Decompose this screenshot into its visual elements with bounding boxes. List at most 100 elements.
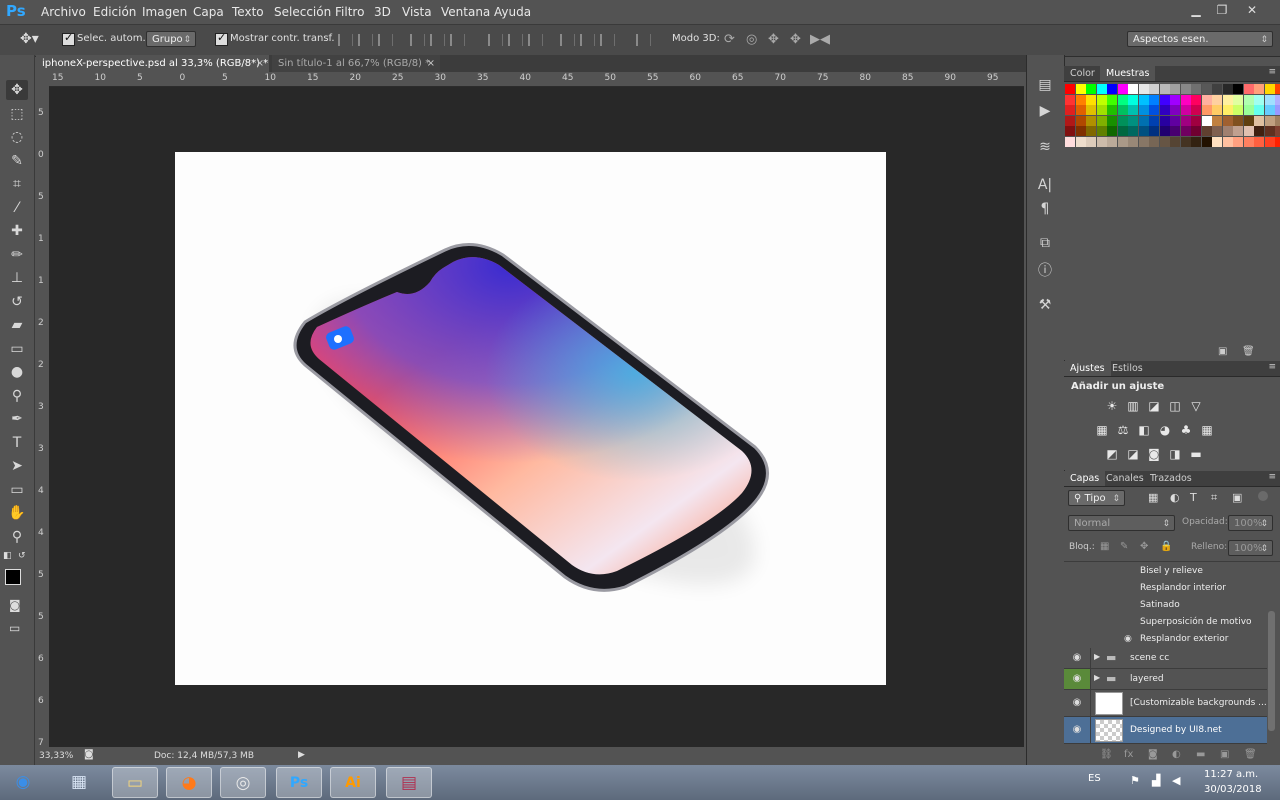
color-swatch[interactable]: [1075, 84, 1086, 94]
layer-row[interactable]: ◉ [Customizable backgrounds ...: [1064, 690, 1267, 717]
brush-tool-icon[interactable]: ✏: [6, 245, 28, 265]
color-swatch[interactable]: [1138, 115, 1149, 126]
color-swatch[interactable]: [1149, 105, 1159, 115]
color-swatch[interactable]: [1254, 126, 1264, 136]
color-swatch[interactable]: [1201, 94, 1212, 105]
color-swatch[interactable]: [1096, 84, 1107, 94]
expand-arrow-icon[interactable]: ▶: [1094, 652, 1100, 661]
hand-tool-icon[interactable]: ✋: [6, 503, 28, 523]
color-swatch[interactable]: [1201, 84, 1212, 94]
color-swatch[interactable]: [1254, 105, 1264, 115]
marquee-tool-icon[interactable]: ⬚: [6, 104, 28, 124]
color-swatch[interactable]: [1107, 105, 1117, 115]
color-swatch[interactable]: [1264, 84, 1275, 94]
color-swatch[interactable]: [1275, 136, 1280, 147]
color-swatch[interactable]: [1128, 115, 1138, 126]
menu-ventana[interactable]: Ventana: [441, 5, 490, 19]
color-swatch[interactable]: [1222, 115, 1233, 126]
eye-icon[interactable]: ◉: [1070, 652, 1084, 663]
color-swatch[interactable]: [1243, 84, 1254, 94]
color-swatch[interactable]: [1159, 126, 1170, 136]
eye-icon[interactable]: ◉: [1070, 724, 1084, 735]
start-button[interactable]: ◉: [0, 767, 46, 798]
color-swatch[interactable]: [1096, 136, 1107, 147]
menu-texto[interactable]: Texto: [232, 5, 264, 19]
color-swatch[interactable]: [1159, 105, 1170, 115]
color-swatch[interactable]: [1128, 136, 1138, 147]
filter-toggle[interactable]: [1258, 491, 1268, 501]
menu-imagen[interactable]: Imagen: [142, 5, 187, 19]
color-swatch[interactable]: [1149, 84, 1159, 94]
tab-ajustes[interactable]: Ajustes: [1064, 361, 1111, 376]
effect-resplandor-exterior[interactable]: Resplandor exterior: [1140, 634, 1228, 644]
color-swatch[interactable]: [1149, 94, 1159, 105]
ruler-origin[interactable]: [36, 72, 49, 86]
color-swatch[interactable]: [1107, 94, 1117, 105]
zoom-tool-icon[interactable]: ⚲: [6, 527, 28, 547]
volume-icon[interactable]: ◀: [1172, 774, 1180, 787]
rotate-3d-icon[interactable]: ⟳: [724, 32, 735, 47]
color-swatch[interactable]: [1075, 105, 1086, 115]
color-swatch[interactable]: [1065, 115, 1075, 126]
color-swatch[interactable]: [1086, 115, 1096, 126]
color-swatch[interactable]: [1128, 105, 1138, 115]
tab-iphonex[interactable]: iphoneX-perspective.psd al 33,3% (RGB/8*…: [36, 55, 269, 72]
photoshop-app[interactable]: Ps: [276, 767, 322, 798]
roll-3d-icon[interactable]: ◎: [746, 32, 757, 47]
foreground-color-swatch[interactable]: [5, 569, 21, 585]
distribute-hcenter-icon[interactable]: [580, 34, 595, 46]
align-left-icon[interactable]: [410, 34, 425, 46]
delete-swatch-icon[interactable]: 🗑: [1242, 346, 1255, 357]
adjustment-icon[interactable]: ▦: [1199, 423, 1215, 437]
new-group-icon[interactable]: ▬: [1196, 749, 1205, 760]
eyedropper-tool-icon[interactable]: ⁄: [6, 198, 28, 218]
effect-visibility-icon[interactable]: ◉: [1124, 634, 1132, 644]
color-swatch[interactable]: [1170, 115, 1180, 126]
tab-canales[interactable]: Canales: [1100, 471, 1150, 486]
menu-capa[interactable]: Capa: [193, 5, 224, 19]
color-swatch[interactable]: [1065, 84, 1075, 94]
color-swatch[interactable]: [1275, 126, 1280, 136]
color-swatch[interactable]: [1212, 84, 1222, 94]
slide-3d-icon[interactable]: ✥: [790, 32, 801, 47]
filter-type-icon[interactable]: T: [1190, 491, 1197, 504]
color-swatch[interactable]: [1191, 105, 1201, 115]
color-swatch[interactable]: [1275, 94, 1280, 105]
color-swatch[interactable]: [1086, 105, 1096, 115]
color-swatch[interactable]: [1096, 94, 1107, 105]
filter-smart-icon[interactable]: ▣: [1232, 491, 1242, 504]
color-swatch[interactable]: [1138, 84, 1149, 94]
file-explorer-app[interactable]: ▭: [112, 767, 158, 798]
adjustment-icon[interactable]: ▥: [1125, 399, 1141, 413]
color-swatch[interactable]: [1264, 115, 1275, 126]
color-swatch[interactable]: [1243, 136, 1254, 147]
color-swatch[interactable]: [1086, 84, 1096, 94]
lock-pixels-icon[interactable]: ✎: [1120, 541, 1128, 552]
color-swatch[interactable]: [1170, 126, 1180, 136]
paragraph-panel-icon[interactable]: ¶: [1035, 199, 1055, 219]
color-swatch[interactable]: [1233, 84, 1243, 94]
calculator-app[interactable]: ▦: [56, 767, 102, 798]
color-swatch[interactable]: [1065, 136, 1075, 147]
tab-muestras[interactable]: Muestras: [1100, 66, 1156, 81]
new-layer-icon[interactable]: ▣: [1220, 749, 1229, 760]
color-swatch[interactable]: [1212, 94, 1222, 105]
quick-selection-tool-icon[interactable]: ✎: [6, 151, 28, 171]
blur-tool-icon[interactable]: ●: [6, 362, 28, 382]
color-swatch[interactable]: [1096, 115, 1107, 126]
adjustment-icon[interactable]: ◫: [1167, 399, 1183, 413]
color-swatch[interactable]: [1075, 126, 1086, 136]
color-swatch[interactable]: [1138, 126, 1149, 136]
new-swatch-icon[interactable]: ▣: [1218, 346, 1227, 357]
color-swatch[interactable]: [1159, 84, 1170, 94]
color-swatch[interactable]: [1233, 136, 1243, 147]
lock-transparency-icon[interactable]: ▦: [1100, 541, 1109, 552]
color-swatch[interactable]: [1096, 105, 1107, 115]
panel-menu-icon[interactable]: ≡: [1268, 362, 1276, 372]
history-panel-icon[interactable]: ▤: [1035, 75, 1055, 95]
color-swatch[interactable]: [1086, 126, 1096, 136]
color-swatch[interactable]: [1180, 115, 1191, 126]
status-menu-arrow-icon[interactable]: ▶: [298, 750, 305, 760]
effect-resplandor-interior[interactable]: Resplandor interior: [1140, 583, 1226, 593]
filter-shape-icon[interactable]: ⌗: [1211, 491, 1217, 505]
